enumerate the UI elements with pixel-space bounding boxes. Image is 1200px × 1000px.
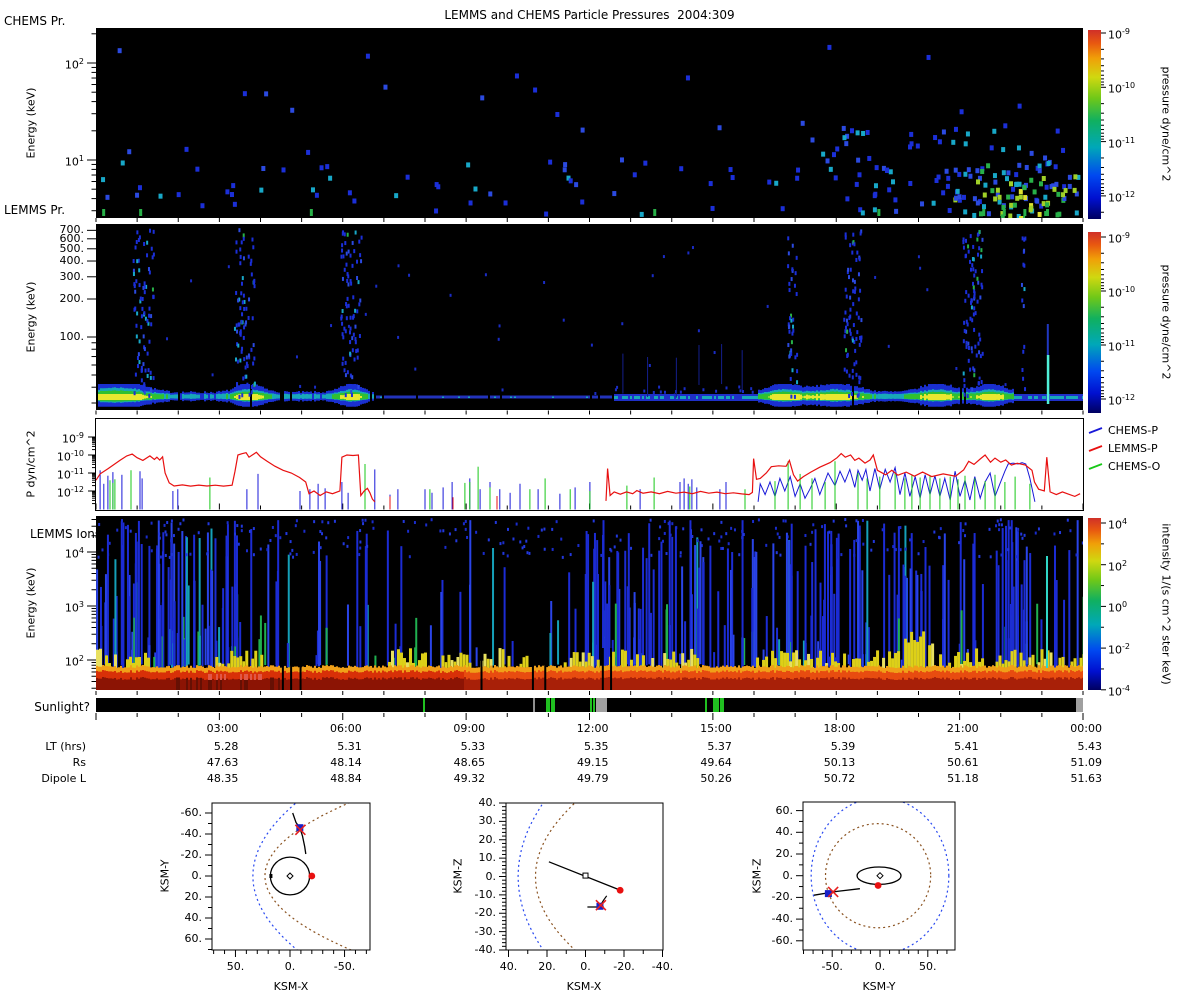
tick-label: 5.31 — [337, 740, 362, 753]
tick-label: 104 — [1108, 517, 1128, 532]
tick-label: 104 — [64, 546, 84, 561]
tick-label: 00:00 — [1070, 722, 1102, 735]
tick-label: 10-2 — [1108, 642, 1130, 657]
tick-label: 102 — [64, 57, 84, 72]
tick-label: 51.63 — [1070, 772, 1103, 785]
tick-label: 0. — [580, 960, 591, 973]
tick-label: 5.28 — [213, 740, 239, 753]
tick-label: 10-4 — [1108, 683, 1130, 699]
tick-label: -40. — [474, 943, 496, 956]
tick-label: 18:00 — [823, 722, 856, 735]
tick-label: 50.61 — [947, 756, 979, 769]
tick-label: -60. — [771, 933, 793, 947]
tick-label: 100 — [1108, 600, 1128, 616]
tick-label: 03:00 — [206, 722, 239, 735]
tick-label: 49.32 — [453, 772, 486, 785]
plot-page: { "title": "LEMMS and CHEMS Particle Pre… — [0, 0, 1200, 1000]
tick-label: -20. — [180, 848, 202, 861]
tick-label: 48.14 — [330, 756, 362, 769]
tick-label: 40. — [184, 911, 203, 924]
tick-label: 10-9 — [62, 431, 84, 446]
tick-label: 5.37 — [707, 740, 732, 753]
tick-label: 5.33 — [460, 740, 486, 753]
tick-label: 10. — [478, 851, 497, 865]
tick-label: 40. — [478, 796, 497, 809]
tick-label: 20. — [775, 847, 794, 860]
tick-label: 40. — [775, 825, 794, 839]
tick-label: 101 — [64, 154, 84, 169]
tick-label: 10-11 — [1108, 339, 1136, 354]
tick-label: 48.35 — [206, 772, 239, 785]
tick-label: 10-11 — [1108, 135, 1136, 151]
tick-label: 50.26 — [700, 772, 732, 785]
tick-label: 50. — [226, 960, 245, 973]
tick-label: 20. — [184, 890, 203, 903]
tick-label: 10-9 — [1108, 231, 1130, 246]
tick-label: 0. — [485, 869, 497, 883]
tick-label: 0. — [874, 960, 886, 973]
tick-label: 5.43 — [1077, 740, 1103, 753]
tick-label: 10-12 — [56, 485, 84, 500]
tick-label: -10. — [474, 887, 496, 901]
tick-label: 400. — [59, 254, 85, 268]
tick-label: 5.35 — [584, 740, 609, 753]
tick-label: 5.41 — [954, 740, 979, 753]
tick-label: 51.18 — [947, 772, 979, 785]
tick-label: 48.84 — [330, 772, 362, 785]
tick-label: 10-9 — [1108, 27, 1130, 42]
tick-label: -20. — [771, 890, 793, 904]
tick-label: 50. — [919, 960, 937, 973]
tick-label: 102 — [64, 654, 84, 669]
tick-label: 102 — [1108, 558, 1128, 574]
tick-label: 20. — [478, 832, 497, 846]
tick-label: 47.63 — [206, 756, 239, 769]
tick-label: 06:00 — [330, 722, 362, 735]
tick-label: 49.79 — [577, 772, 609, 785]
tick-label: 0. — [284, 960, 296, 973]
tick-label: -20. — [474, 906, 496, 920]
tick-label: 21:00 — [946, 722, 979, 735]
tick-label: 10-11 — [56, 467, 84, 482]
tick-label: 10-10 — [56, 449, 84, 464]
tick-label: 15:00 — [700, 722, 732, 735]
tick-label: 20. — [538, 960, 556, 973]
tick-label: 40. — [499, 960, 518, 973]
tick-label: -40. — [771, 912, 793, 926]
tick-label: 10-12 — [1108, 189, 1136, 205]
tick-label: 10-10 — [1108, 285, 1136, 300]
tick-label: 49.64 — [700, 756, 732, 769]
tick-label: 50.72 — [823, 772, 856, 785]
tick-label: -60. — [180, 806, 202, 819]
tick-label: 200. — [59, 292, 85, 305]
tick-label: 0. — [191, 869, 203, 882]
tick-label: 51.09 — [1070, 756, 1103, 769]
tick-label: 0. — [782, 868, 794, 882]
tick-label: -30. — [474, 924, 496, 938]
tick-label: 300. — [59, 269, 85, 283]
tick-label: 48.65 — [453, 756, 486, 769]
tick-label: 5.39 — [830, 740, 856, 753]
tick-label: 49.15 — [577, 756, 609, 769]
tick-label: 12:00 — [576, 722, 609, 735]
tick-label: 100. — [59, 330, 85, 343]
tick-label: 30. — [478, 814, 497, 828]
tick-label: -50. — [821, 960, 843, 973]
tick-label: 50.13 — [823, 756, 856, 769]
tick-label: 103 — [64, 600, 84, 615]
tick-label: 60. — [184, 932, 203, 945]
tick-label: 10-12 — [1108, 393, 1136, 408]
tick-label: -40. — [180, 827, 202, 840]
tick-label: -50. — [333, 960, 356, 973]
tick-label: -40. — [651, 960, 674, 973]
tick-label: 500. — [59, 241, 85, 255]
tick-label: 09:00 — [453, 722, 486, 735]
tick-label: 10-10 — [1108, 81, 1136, 96]
tick-label: 60. — [775, 803, 794, 817]
tick-label: -20. — [613, 960, 635, 973]
